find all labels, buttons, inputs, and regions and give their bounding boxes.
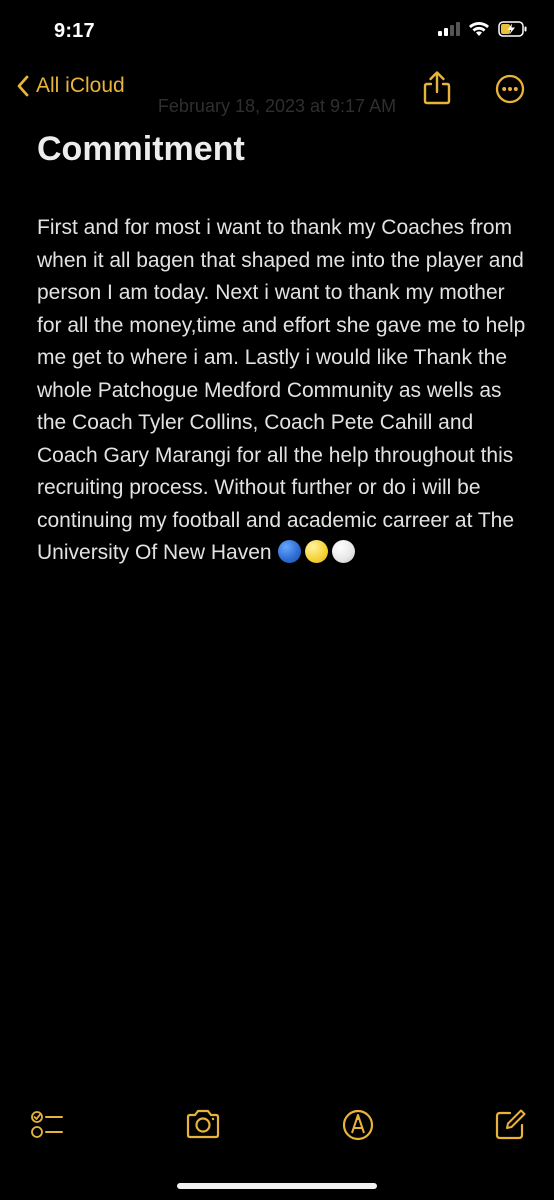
- cellular-signal-icon: [438, 22, 460, 36]
- battery-charging-icon: [498, 21, 527, 37]
- compose-button[interactable]: [492, 1106, 528, 1142]
- camera-button[interactable]: [184, 1106, 222, 1142]
- status-time: 9:17: [54, 20, 95, 42]
- back-label: All iCloud: [36, 74, 125, 97]
- back-button[interactable]: All iCloud: [16, 74, 125, 98]
- status-indicators: [438, 21, 528, 37]
- note-body[interactable]: First and for most i want to thank my Co…: [37, 212, 527, 570]
- chevron-left-icon: [17, 75, 29, 97]
- yellow-circle-emoji: [304, 540, 328, 563]
- checklist-icon: [31, 1111, 63, 1138]
- markup-button[interactable]: [340, 1106, 376, 1142]
- wifi-icon: [469, 22, 489, 36]
- blue-circle-emoji: [277, 540, 301, 563]
- ellipsis-circle-icon: [495, 74, 525, 104]
- more-options-button[interactable]: [495, 74, 525, 104]
- markup-pen-icon: [342, 1109, 374, 1141]
- note-title[interactable]: Commitment: [37, 130, 245, 169]
- camera-icon: [186, 1109, 220, 1139]
- compose-icon: [495, 1109, 526, 1140]
- bottom-toolbar: [0, 1102, 554, 1152]
- white-circle-emoji: [331, 540, 355, 563]
- emoji-group: [277, 540, 355, 563]
- share-button[interactable]: [420, 70, 454, 106]
- note-date: February 18, 2023 at 9:17 AM: [157, 96, 397, 116]
- note-body-text: First and for most i want to thank my Co…: [37, 216, 532, 564]
- checklist-button[interactable]: [30, 1106, 66, 1142]
- share-icon: [423, 71, 451, 105]
- home-indicator[interactable]: [177, 1183, 377, 1189]
- status-bar: 9:17: [0, 0, 554, 60]
